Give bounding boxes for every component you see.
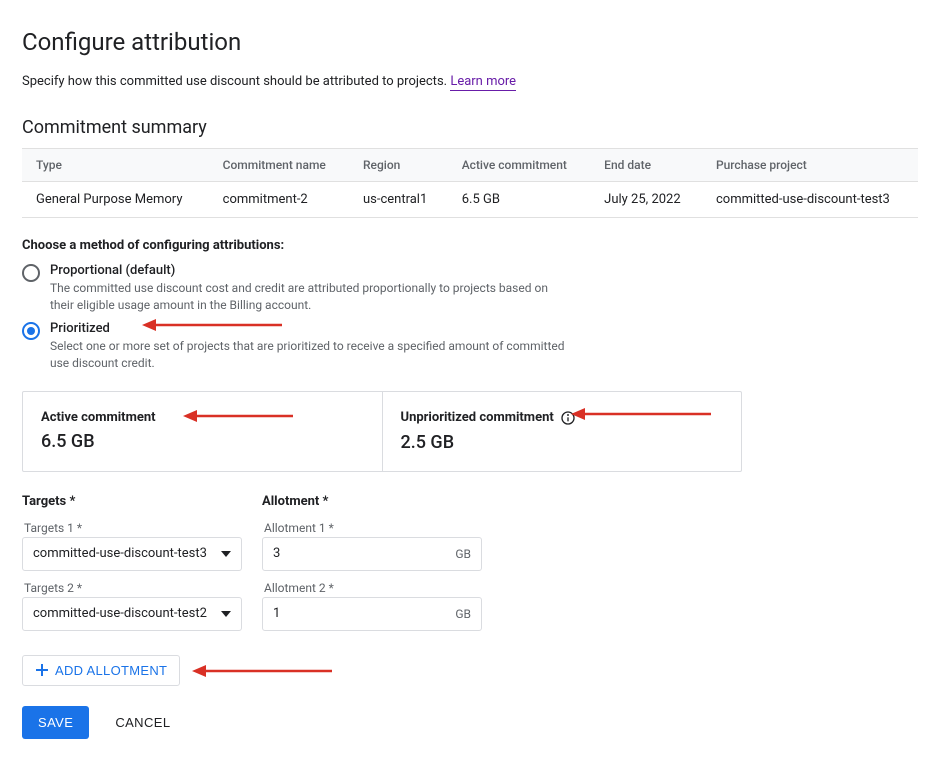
unit-suffix: GB [455, 607, 471, 621]
radio-icon [22, 264, 40, 282]
col-end-date: End date [590, 149, 702, 182]
subtitle-text: Specify how this committed use discount … [22, 74, 450, 89]
page-title: Configure attribution [22, 28, 918, 56]
field-label: Targets 1 * [24, 521, 242, 535]
table-row: General Purpose Memory commitment-2 us-c… [22, 182, 918, 218]
page-subtitle: Specify how this committed use discount … [22, 74, 918, 89]
cell-region: us-central1 [349, 182, 448, 218]
info-icon[interactable] [560, 410, 576, 426]
annotation-arrow-icon [192, 659, 332, 683]
metrics-panel: Active commitment 6.5 GB Unprioritized c… [22, 391, 742, 472]
field-label: Allotment 1 * [264, 521, 482, 535]
field-label: Allotment 2 * [264, 581, 482, 595]
cell-type: General Purpose Memory [22, 182, 209, 218]
targets-heading: Targets * [22, 494, 242, 509]
commitment-summary-table: Type Commitment name Region Active commi… [22, 148, 918, 218]
select-value: committed-use-discount-test3 [33, 546, 207, 561]
learn-more-link[interactable]: Learn more [450, 74, 516, 91]
metric-active-commitment: Active commitment 6.5 GB [23, 392, 382, 471]
input-value: 3 [273, 546, 455, 561]
summary-heading: Commitment summary [22, 117, 918, 138]
cell-end-date: July 25, 2022 [590, 182, 702, 218]
targets-1-select[interactable]: committed-use-discount-test3 [22, 537, 242, 571]
option-title: Proportional (default) [50, 263, 570, 278]
metric-unprioritized-commitment: Unprioritized commitment 2.5 GB [382, 392, 742, 471]
input-value: 1 [273, 606, 455, 621]
col-region: Region [349, 149, 448, 182]
col-commitment-name: Commitment name [209, 149, 349, 182]
option-desc: The committed use discount cost and cred… [50, 280, 570, 315]
option-title: Prioritized [50, 321, 570, 336]
caret-down-icon [221, 611, 231, 617]
metric-label: Active commitment [41, 410, 364, 425]
option-desc: Select one or more set of projects that … [50, 338, 570, 373]
save-button[interactable]: SAVE [22, 706, 89, 739]
radio-option-prioritized[interactable]: Prioritized Select one or more set of pr… [22, 321, 918, 373]
plus-icon [35, 663, 49, 677]
field-label: Targets 2 * [24, 581, 242, 595]
radio-icon-selected [22, 322, 40, 340]
caret-down-icon [221, 551, 231, 557]
add-allotment-button[interactable]: ADD ALLOTMENT [22, 655, 180, 686]
col-active-commitment: Active commitment [448, 149, 590, 182]
allotment-1-input[interactable]: 3 GB [262, 537, 482, 571]
allotment-heading: Allotment * [262, 494, 482, 509]
metric-label: Unprioritized commitment [401, 410, 554, 425]
select-value: committed-use-discount-test2 [33, 606, 207, 621]
cell-commitment-name: commitment-2 [209, 182, 349, 218]
targets-2-select[interactable]: committed-use-discount-test2 [22, 597, 242, 631]
allotment-2-input[interactable]: 1 GB [262, 597, 482, 631]
metric-value: 6.5 GB [41, 431, 364, 452]
table-header-row: Type Commitment name Region Active commi… [22, 149, 918, 182]
cancel-button[interactable]: CANCEL [109, 714, 176, 731]
radio-option-proportional[interactable]: Proportional (default) The committed use… [22, 263, 918, 315]
method-label: Choose a method of configuring attributi… [22, 238, 918, 253]
unit-suffix: GB [455, 547, 471, 561]
metric-value: 2.5 GB [401, 432, 724, 453]
add-allotment-label: ADD ALLOTMENT [55, 663, 167, 678]
cell-purchase-project: committed-use-discount-test3 [702, 182, 918, 218]
col-purchase-project: Purchase project [702, 149, 918, 182]
col-type: Type [22, 149, 209, 182]
cell-active-commitment: 6.5 GB [448, 182, 590, 218]
